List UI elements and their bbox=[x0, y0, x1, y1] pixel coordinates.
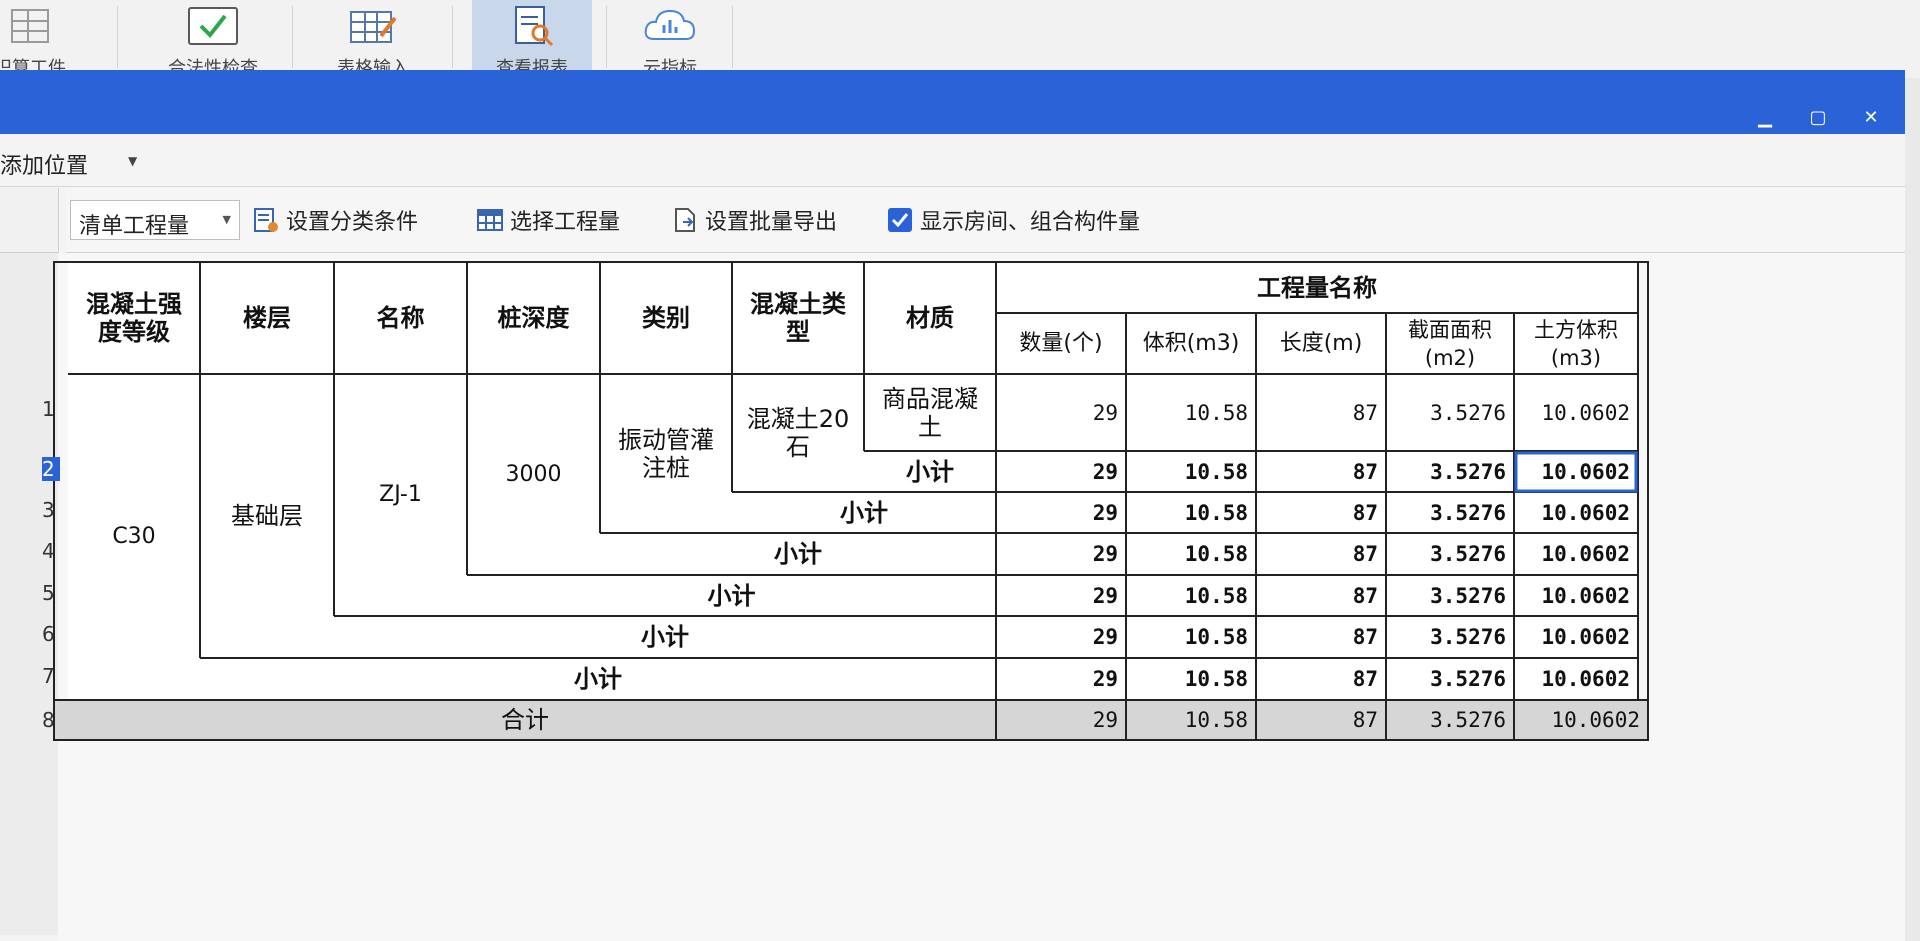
cell-length[interactable]: 87 bbox=[1256, 575, 1386, 616]
cell-length[interactable]: 87 bbox=[1256, 492, 1386, 533]
row-number[interactable]: 3 bbox=[42, 498, 60, 522]
cell-volume[interactable]: 10.58 bbox=[1126, 451, 1256, 492]
cell-section-area[interactable]: 3.5276 bbox=[1386, 575, 1514, 616]
cell-qty[interactable]: 29 bbox=[996, 374, 1126, 451]
cell-earth-volume-selected[interactable]: 10.0602 bbox=[1514, 451, 1638, 492]
cell-volume[interactable]: 10.58 bbox=[1126, 658, 1256, 700]
cell-concrete-type[interactable]: 混凝土20石 bbox=[732, 374, 864, 492]
cell-qty[interactable]: 29 bbox=[996, 533, 1126, 575]
header-floor: 楼层 bbox=[243, 304, 291, 332]
cell-section-area[interactable]: 3.5276 bbox=[1386, 533, 1514, 575]
cell-length[interactable]: 87 bbox=[1256, 451, 1386, 492]
total-length[interactable]: 87 bbox=[1256, 700, 1386, 740]
cell-volume[interactable]: 10.58 bbox=[1126, 492, 1256, 533]
cell-earth-volume[interactable]: 10.0602 bbox=[1514, 658, 1638, 700]
cell-earth-volume[interactable]: 10.0602 bbox=[1514, 533, 1638, 575]
cell-strength[interactable]: C30 bbox=[68, 374, 200, 700]
cell-earth-volume[interactable]: 10.0602 bbox=[1514, 616, 1638, 658]
cell-section-area[interactable]: 3.5276 bbox=[1386, 616, 1514, 658]
header-strength: 混凝土强度等级 bbox=[86, 290, 182, 346]
subtotal-label: 小计 bbox=[906, 457, 954, 486]
cell-material[interactable]: 商品混凝土 bbox=[864, 374, 996, 451]
cell-length[interactable]: 87 bbox=[1256, 374, 1386, 451]
row-number[interactable]: 7 bbox=[42, 664, 60, 688]
total-label: 合计 bbox=[501, 706, 549, 734]
cell-volume[interactable]: 10.58 bbox=[1126, 616, 1256, 658]
total-volume[interactable]: 10.58 bbox=[1126, 700, 1256, 740]
row-number[interactable]: 5 bbox=[42, 581, 60, 605]
row-number[interactable]: 1 bbox=[42, 397, 60, 421]
cell-volume[interactable]: 10.58 bbox=[1126, 575, 1256, 616]
cell-section-area[interactable]: 3.5276 bbox=[1386, 451, 1514, 492]
cell-qty[interactable]: 29 bbox=[996, 616, 1126, 658]
total-section-area[interactable]: 3.5276 bbox=[1386, 700, 1514, 740]
cell-earth-volume[interactable]: 10.0602 bbox=[1514, 374, 1638, 451]
cell-section-area[interactable]: 3.5276 bbox=[1386, 492, 1514, 533]
row-number[interactable]: 4 bbox=[42, 539, 60, 563]
subtotal-label: 小计 bbox=[840, 498, 888, 527]
cell-section-area[interactable]: 3.5276 bbox=[1386, 658, 1514, 700]
row-number-selected[interactable]: 2 bbox=[42, 457, 60, 481]
cell-qty[interactable]: 29 bbox=[996, 492, 1126, 533]
header-quantity-group: 工程量名称 bbox=[1257, 273, 1377, 302]
header-category: 类别 bbox=[642, 304, 690, 332]
cell-qty[interactable]: 29 bbox=[996, 451, 1126, 492]
total-qty[interactable]: 29 bbox=[996, 700, 1126, 740]
subtotal-label: 小计 bbox=[707, 581, 756, 610]
cell-length[interactable]: 87 bbox=[1256, 616, 1386, 658]
cell-depth[interactable]: 3000 bbox=[467, 374, 600, 575]
cell-earth-volume[interactable]: 10.0602 bbox=[1514, 492, 1638, 533]
header-material: 材质 bbox=[906, 304, 954, 332]
subtotal-label: 小计 bbox=[774, 540, 822, 568]
cell-length[interactable]: 87 bbox=[1256, 658, 1386, 700]
header-section-area: 截面面积(m2) bbox=[1408, 317, 1492, 370]
cell-volume[interactable]: 10.58 bbox=[1126, 374, 1256, 451]
header-name: 名称 bbox=[376, 304, 425, 332]
cell-floor[interactable]: 基础层 bbox=[200, 374, 334, 658]
total-earth-volume[interactable]: 10.0602 bbox=[1514, 700, 1648, 740]
header-length: 长度(m) bbox=[1279, 330, 1363, 356]
subtotal-label: 小计 bbox=[641, 623, 689, 651]
cell-volume[interactable]: 10.58 bbox=[1126, 533, 1256, 575]
cell-name[interactable]: ZJ-1 bbox=[334, 374, 467, 616]
cell-length[interactable]: 87 bbox=[1256, 533, 1386, 575]
header-volume: 体积(m3) bbox=[1142, 330, 1240, 356]
header-qty: 数量(个) bbox=[1019, 330, 1103, 356]
header-depth: 桩深度 bbox=[497, 304, 570, 332]
header-concrete-type: 混凝土类型 bbox=[750, 290, 846, 346]
cell-category[interactable]: 振动管灌注桩 bbox=[600, 374, 732, 533]
cell-earth-volume[interactable]: 10.0602 bbox=[1514, 575, 1638, 616]
cell-qty[interactable]: 29 bbox=[996, 575, 1126, 616]
cell-section-area[interactable]: 3.5276 bbox=[1386, 374, 1514, 451]
subtotal-label: 小计 bbox=[574, 665, 622, 693]
header-earth-volume: 土方体积(m3) bbox=[1534, 317, 1618, 370]
row-number[interactable]: 6 bbox=[42, 622, 60, 646]
cell-qty[interactable]: 29 bbox=[996, 658, 1126, 700]
